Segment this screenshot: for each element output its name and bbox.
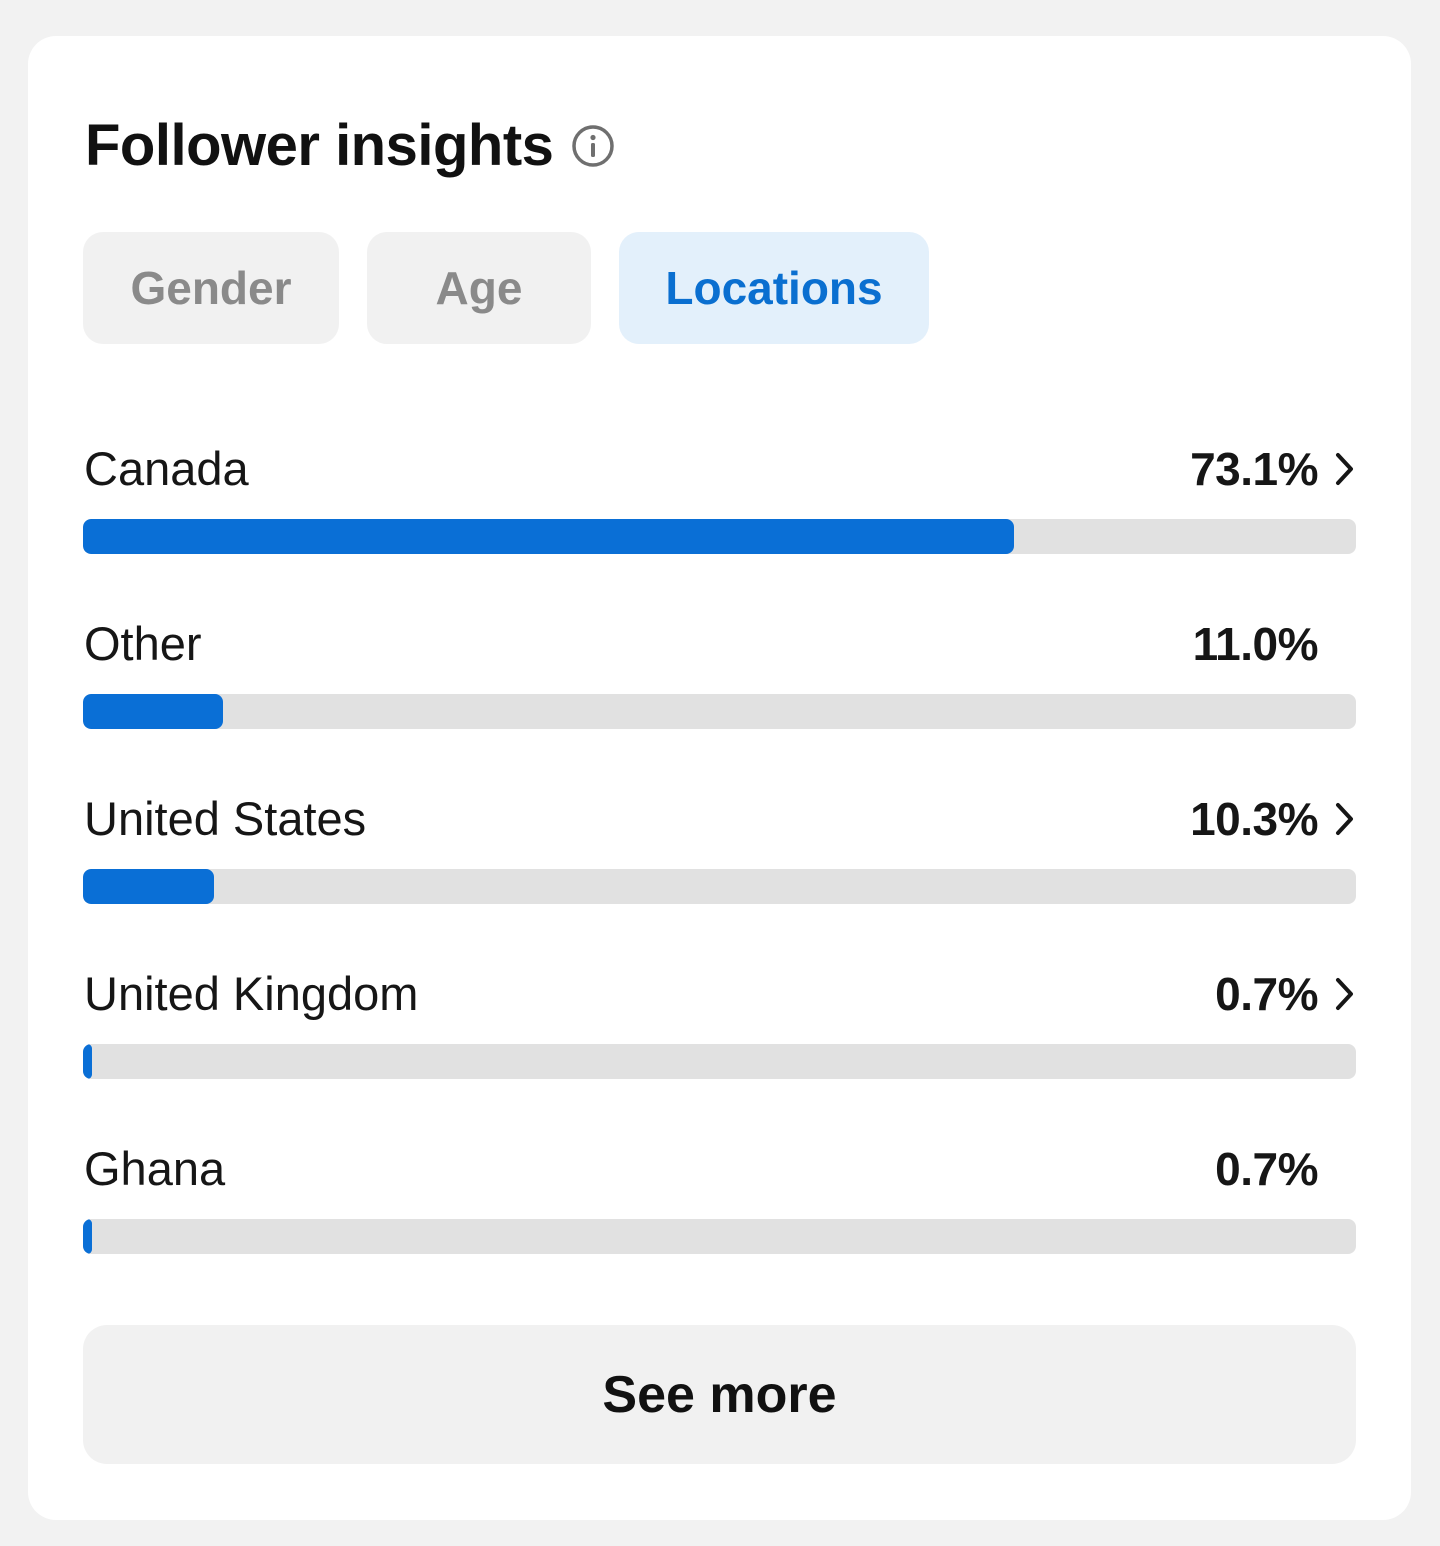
location-percent: 73.1%: [1190, 443, 1318, 495]
location-row-united-kingdom[interactable]: United Kingdom 0.7%: [83, 959, 1356, 1134]
chevron-right-icon: [1336, 978, 1353, 1010]
location-name: Canada: [84, 442, 249, 495]
title-row: Follower insights: [85, 114, 615, 178]
chevron-right-icon: [1336, 453, 1353, 485]
progress-track: [83, 519, 1356, 554]
progress-track: [83, 1044, 1356, 1079]
location-name: United States: [84, 792, 367, 845]
progress-fill: [83, 694, 223, 729]
see-more-button[interactable]: See more: [83, 1325, 1356, 1464]
card-title: Follower insights: [85, 113, 554, 178]
location-row-other: Other 11.0%: [83, 609, 1356, 784]
tab-bar: Gender Age Locations: [83, 232, 929, 344]
progress-track: [83, 1219, 1356, 1254]
location-name: Other: [84, 617, 202, 670]
location-row-ghana: Ghana 0.7%: [83, 1134, 1356, 1309]
location-percent: 0.7%: [1215, 968, 1318, 1020]
progress-track: [83, 869, 1356, 904]
progress-fill: [83, 1044, 92, 1079]
tab-locations[interactable]: Locations: [619, 232, 929, 344]
location-list: Canada 73.1% Other 11.0% United States 1…: [83, 434, 1356, 1309]
location-row-canada[interactable]: Canada 73.1%: [83, 434, 1356, 609]
progress-fill: [83, 869, 214, 904]
tab-age[interactable]: Age: [367, 232, 591, 344]
location-percent: 10.3%: [1190, 793, 1318, 845]
chevron-right-icon: [1336, 803, 1353, 835]
tab-gender[interactable]: Gender: [83, 232, 339, 344]
location-percent: 0.7%: [1215, 1143, 1318, 1195]
location-row-united-states[interactable]: United States 10.3%: [83, 784, 1356, 959]
follower-insights-card: Follower insights Gender Age Locations C…: [28, 36, 1411, 1520]
info-circle-icon[interactable]: [571, 124, 615, 168]
location-percent: 11.0%: [1192, 618, 1319, 670]
progress-track: [83, 694, 1356, 729]
progress-fill: [83, 519, 1014, 554]
location-name: United Kingdom: [84, 967, 419, 1020]
location-name: Ghana: [84, 1142, 226, 1195]
progress-fill: [83, 1219, 92, 1254]
